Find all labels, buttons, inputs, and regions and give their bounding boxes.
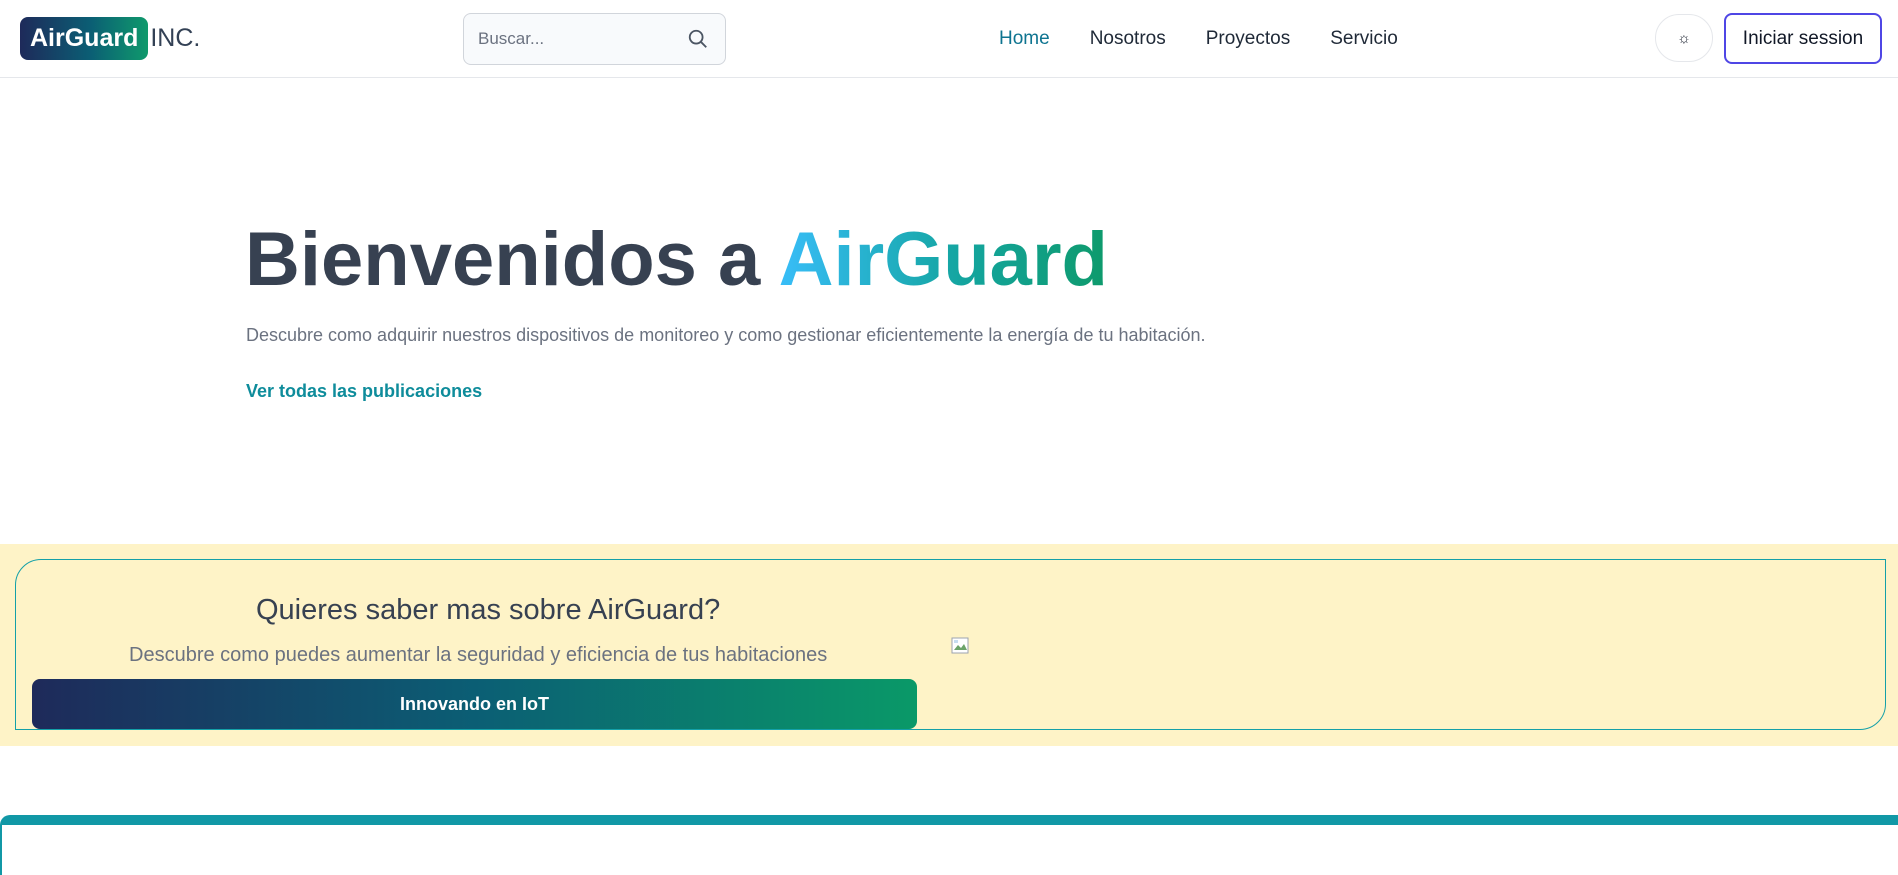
- promo-section: Quieres saber mas sobre AirGuard? Descub…: [0, 544, 1898, 746]
- search-box: [463, 13, 726, 65]
- hero-title: Bienvenidos a AirGuard: [245, 215, 1108, 305]
- login-button[interactable]: Iniciar session: [1724, 13, 1882, 64]
- hero-title-brand: AirGuard: [778, 217, 1108, 302]
- logo-suffix: INC.: [150, 24, 201, 52]
- hero-subtitle: Descubre como adquirir nuestros disposit…: [246, 325, 1206, 345]
- nav-item-home[interactable]: Home: [999, 28, 1050, 50]
- search-input[interactable]: [464, 14, 684, 64]
- view-all-posts-link[interactable]: Ver todas las publicaciones: [246, 381, 482, 402]
- sun-icon: ☼: [1677, 29, 1691, 47]
- nav-item-servicio[interactable]: Servicio: [1330, 28, 1398, 50]
- nav-item-proyectos[interactable]: Proyectos: [1206, 28, 1290, 50]
- next-section-card: [0, 815, 1898, 875]
- search-icon[interactable]: [687, 28, 709, 50]
- promo-description: Descubre como puedes aumentar la segurid…: [129, 644, 828, 666]
- innovation-iot-button[interactable]: Innovando en IoT: [32, 679, 917, 729]
- logo-badge: AirGuard: [20, 17, 149, 60]
- top-navbar: AirGuard INC. Home Nosotros Proyectos Se…: [0, 0, 1898, 78]
- nav-item-nosotros[interactable]: Nosotros: [1090, 28, 1166, 50]
- hero-title-prefix: Bienvenidos a: [245, 217, 779, 302]
- promo-title: Quieres saber mas sobre AirGuard?: [256, 594, 721, 626]
- broken-image-icon: [951, 637, 969, 654]
- logo[interactable]: AirGuard INC.: [20, 17, 200, 60]
- promo-card: Quieres saber mas sobre AirGuard? Descub…: [15, 559, 1886, 730]
- main-nav: Home Nosotros Proyectos Servicio: [999, 28, 1398, 50]
- theme-toggle-button[interactable]: ☼: [1655, 14, 1713, 62]
